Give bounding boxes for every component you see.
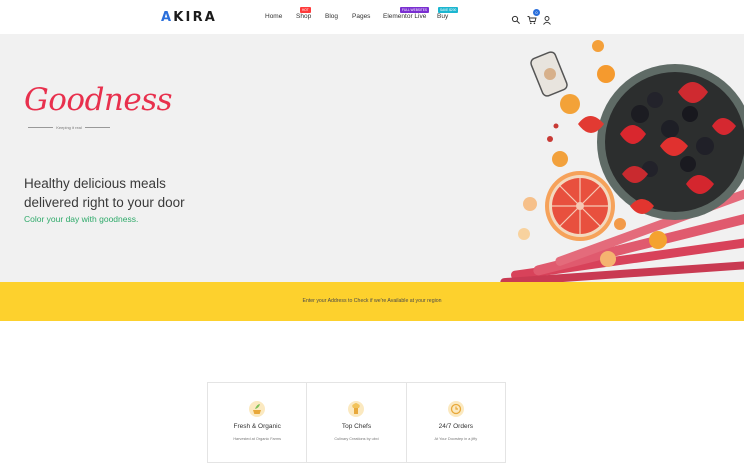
- clock-delivery-icon: [447, 400, 465, 418]
- fruit-bowl-image: [500, 40, 744, 282]
- nav-item-home[interactable]: Home: [265, 13, 282, 20]
- blood-orange-half: [545, 171, 615, 241]
- feature-title: Fresh & Organic: [233, 423, 281, 430]
- feature-card-top-chefs: Top Chefs Culinary Creations by ubxi: [307, 383, 407, 462]
- hot-badge: HOT: [300, 7, 311, 13]
- feature-cards: Fresh & Organic Harvested at Organic Far…: [207, 382, 506, 463]
- leaf-basket-icon: [248, 400, 266, 418]
- cart-count-badge: 0: [533, 9, 540, 16]
- brand-tagline: Keeping it real: [28, 125, 111, 130]
- chef-icon: [347, 400, 365, 418]
- site-logo[interactable]: AKIRA: [161, 10, 217, 25]
- feature-desc: At Your Doorstep in a jiffy: [434, 437, 478, 441]
- brand-logo-script: Goodness: [24, 82, 173, 118]
- nav-item-shop[interactable]: Shop: [296, 13, 311, 20]
- logo-accent-letter: A: [161, 10, 174, 25]
- save-badge: SAVE $200: [438, 7, 459, 13]
- tagline-text: Keeping it real: [56, 125, 82, 130]
- search-icon[interactable]: [511, 12, 521, 24]
- tagline-rule-right: [84, 127, 111, 128]
- full-websites-badge: FULL WEBSITES: [400, 7, 430, 13]
- hero-section: Goodness Keeping it real Healthy delicio…: [0, 34, 744, 282]
- hero-subline: Color your day with goodness.: [24, 214, 139, 224]
- feature-card-fresh-organic: Fresh & Organic Harvested at Organic Far…: [208, 383, 308, 462]
- feature-title: 24/7 Orders: [438, 423, 473, 430]
- nav-item-blog[interactable]: Blog: [325, 13, 338, 20]
- feature-desc: Culinary Creations by ubxi: [334, 437, 379, 441]
- feature-card-24-7-orders: 24/7 Orders At Your Doorstep in a jiffy: [407, 383, 505, 462]
- feature-desc: Harvested at Organic Farms: [233, 437, 281, 441]
- site-header: AKIRA Home Shop HOT Blog Pages Elementor…: [0, 0, 744, 34]
- nav-item-buy[interactable]: Buy: [437, 13, 448, 20]
- page: AKIRA Home Shop HOT Blog Pages Elementor…: [0, 0, 744, 463]
- logo-text: KIRA: [173, 10, 218, 25]
- address-check-bar[interactable]: Enter your Address to Check if we're Ava…: [0, 282, 744, 321]
- bowl-with-berries: [597, 64, 744, 220]
- spice-jar: [530, 51, 568, 97]
- user-icon[interactable]: [542, 12, 552, 25]
- nav-item-pages[interactable]: Pages: [352, 13, 370, 20]
- cart-icon[interactable]: 0: [527, 9, 540, 25]
- hero-headline: Healthy delicious meals delivered right …: [24, 176, 185, 210]
- address-check-text: Enter your Address to Check if we're Ava…: [302, 298, 442, 304]
- nav-item-elementor-live[interactable]: Elementor Live: [383, 13, 426, 20]
- tagline-rule-left: [28, 127, 54, 128]
- features-section: Fresh & Organic Harvested at Organic Far…: [0, 321, 744, 463]
- feature-title: Top Chefs: [341, 423, 372, 430]
